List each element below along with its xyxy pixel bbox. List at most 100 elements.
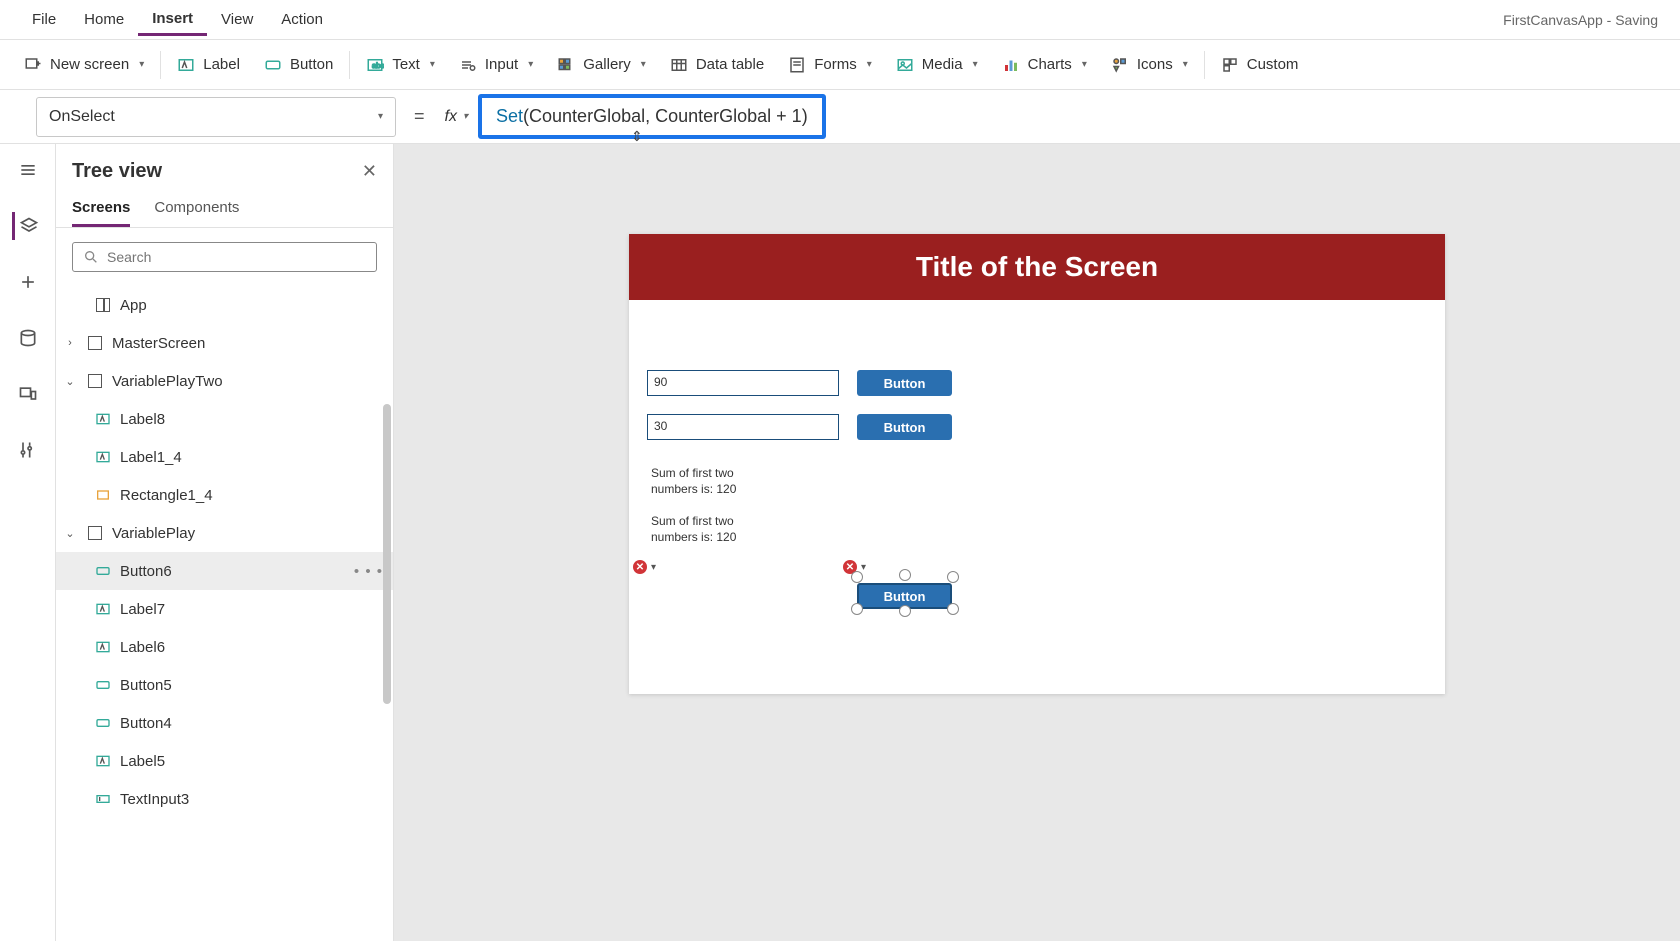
insert-rail-button[interactable]	[14, 268, 42, 296]
tools-rail-button[interactable]	[14, 436, 42, 464]
tree-button6[interactable]: Button6 • • •	[56, 552, 393, 590]
insert-custom-button[interactable]: Custom	[1209, 50, 1311, 80]
tree-app[interactable]: App	[56, 286, 393, 324]
tree-item-label: VariablePlayTwo	[112, 373, 223, 390]
tree-label7[interactable]: Label7	[56, 590, 393, 628]
chevron-down-icon: ▾	[1082, 59, 1087, 70]
selection-handle[interactable]	[947, 603, 959, 615]
devices-icon	[18, 384, 38, 404]
tab-components[interactable]: Components	[154, 191, 239, 227]
data-rail-button[interactable]	[14, 324, 42, 352]
hamburger-button[interactable]	[14, 156, 42, 184]
canvas-textinput-2[interactable]: 30	[647, 414, 839, 440]
button-icon	[264, 56, 282, 74]
search-icon	[83, 249, 99, 265]
forms-icon	[788, 56, 806, 74]
selection-handle[interactable]	[947, 571, 959, 583]
tree-masterscreen[interactable]: › MasterScreen	[56, 324, 393, 362]
tree-button5[interactable]: Button5	[56, 666, 393, 704]
tree-view-panel: Tree view ✕ Screens Components App › Mas…	[56, 144, 394, 941]
canvas[interactable]: Title of the Screen 90 Button 30 Button …	[629, 234, 1445, 694]
insert-media-button[interactable]: Media ▾	[884, 50, 990, 80]
tree-scrollbar[interactable]	[383, 404, 391, 804]
tree-item-label: Button4	[120, 715, 172, 732]
insert-forms-button[interactable]: Forms ▾	[776, 50, 884, 80]
canvas-button-2[interactable]: Button	[857, 414, 952, 440]
chevron-down-icon: ▾	[651, 562, 656, 573]
selection-handle[interactable]	[899, 605, 911, 617]
insert-button-text: Button	[290, 56, 333, 73]
menu-insert[interactable]: Insert	[138, 4, 207, 36]
selection-handle[interactable]	[851, 571, 863, 583]
plus-icon	[18, 272, 38, 292]
screen-icon	[86, 374, 104, 388]
new-screen-label: New screen	[50, 56, 129, 73]
more-icon[interactable]: • • •	[354, 563, 383, 580]
canvas-error-1[interactable]: ✕▾	[633, 560, 656, 574]
chevron-down-icon: ▾	[973, 59, 978, 70]
tree-item-label: VariablePlay	[112, 525, 195, 542]
collapse-icon[interactable]: ⌄	[62, 527, 78, 540]
tree-button4[interactable]: Button4	[56, 704, 393, 742]
canvas-button-1[interactable]: Button	[857, 370, 952, 396]
insert-datatable-label: Data table	[696, 56, 764, 73]
collapse-icon[interactable]: ⌄	[62, 375, 78, 388]
property-selector[interactable]: OnSelect ▾	[36, 97, 396, 137]
left-rail	[0, 144, 56, 941]
icons-icon	[1111, 56, 1129, 74]
new-screen-button[interactable]: New screen ▾	[12, 50, 156, 80]
tree-label5[interactable]: Label5	[56, 742, 393, 780]
input-icon	[459, 56, 477, 74]
resize-handle-icon[interactable]: ⇕	[631, 128, 643, 145]
tree-rectangle1_4[interactable]: Rectangle1_4	[56, 476, 393, 514]
insert-charts-button[interactable]: Charts ▾	[990, 50, 1099, 80]
canvas-label-sum1: Sum of first twonumbers is: 120	[651, 466, 771, 497]
tree-item-label: Button6	[120, 563, 172, 580]
chevron-down-icon: ▾	[641, 59, 646, 70]
insert-input-button[interactable]: Input ▾	[447, 50, 545, 80]
menu-action[interactable]: Action	[267, 5, 337, 34]
screen-plus-icon	[24, 56, 42, 74]
tree-label6[interactable]: Label6	[56, 628, 393, 666]
selection-handle[interactable]	[899, 569, 911, 581]
tab-screens[interactable]: Screens	[72, 191, 130, 227]
tree-item-label: Rectangle1_4	[120, 487, 213, 504]
insert-text-button[interactable]: abc Text ▾	[354, 50, 447, 80]
tree-label1_4[interactable]: Label1_4	[56, 438, 393, 476]
fx-button[interactable]: fx ▾	[435, 108, 478, 126]
insert-datatable-button[interactable]: Data table	[658, 50, 776, 80]
insert-charts-label: Charts	[1028, 56, 1072, 73]
menu-view[interactable]: View	[207, 5, 267, 34]
screen-icon	[86, 336, 104, 350]
menu-bar: File Home Insert View Action FirstCanvas…	[0, 0, 1680, 40]
canvas-label-sum2: Sum of first twonumbers is: 120	[651, 514, 771, 545]
selection-handle[interactable]	[851, 603, 863, 615]
insert-icons-button[interactable]: Icons ▾	[1099, 50, 1200, 80]
canvas-textinput-1[interactable]: 90	[647, 370, 839, 396]
expand-icon[interactable]: ›	[62, 337, 78, 349]
tree-variableplaytwo[interactable]: ⌄ VariablePlayTwo	[56, 362, 393, 400]
insert-label-button[interactable]: Label	[165, 50, 252, 80]
formula-input[interactable]: Set(CounterGlobal, CounterGlobal + 1)	[478, 94, 826, 139]
gallery-icon	[557, 56, 575, 74]
menu-file[interactable]: File	[18, 5, 70, 34]
button-icon	[94, 715, 112, 731]
insert-custom-label: Custom	[1247, 56, 1299, 73]
insert-button-button[interactable]: Button	[252, 50, 345, 80]
database-icon	[18, 328, 38, 348]
close-panel-button[interactable]: ✕	[362, 161, 377, 182]
button-icon	[94, 677, 112, 693]
tree-textinput3[interactable]: TextInput3	[56, 780, 393, 818]
label-icon	[177, 56, 195, 74]
insert-gallery-button[interactable]: Gallery ▾	[545, 50, 658, 80]
hamburger-icon	[18, 160, 38, 180]
tree-view-button[interactable]	[12, 212, 40, 240]
tree-search[interactable]	[72, 242, 377, 272]
tree-label8[interactable]: Label8	[56, 400, 393, 438]
tree-item-label: TextInput3	[120, 791, 189, 808]
tree-search-input[interactable]	[107, 249, 366, 265]
menu-home[interactable]: Home	[70, 5, 138, 34]
media-rail-button[interactable]	[14, 380, 42, 408]
tree-variableplay[interactable]: ⌄ VariablePlay	[56, 514, 393, 552]
insert-label-text: Label	[203, 56, 240, 73]
